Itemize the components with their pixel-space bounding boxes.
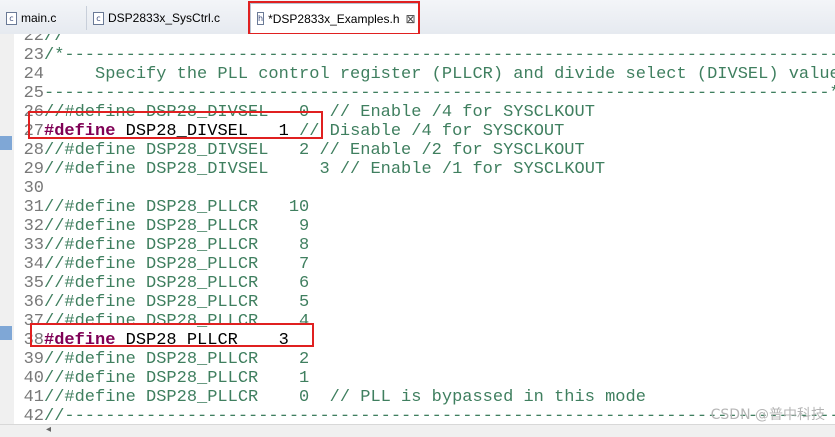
code-line[interactable]: 29//#define DSP28_DIVSEL 3 // Enable /1 … [14, 160, 606, 179]
line-number: 32 [23, 217, 44, 236]
line-number: 30 [23, 179, 44, 198]
code-line[interactable]: 36//#define DSP28_PLLCR 5 [14, 293, 310, 312]
comment-token: //#define DSP28_DIVSEL 0 // Enable /4 fo… [44, 103, 595, 122]
tab-dsp2833x-examples-h[interactable]: h *DSP2833x_Examples.h ⊠ [250, 3, 420, 33]
editor-gutter [0, 34, 14, 424]
code-line[interactable]: 30 [14, 179, 44, 198]
code-line[interactable]: 28//#define DSP28_DIVSEL 2 // Enable /2 … [14, 141, 585, 160]
line-number: 33 [23, 236, 44, 255]
code-line[interactable]: 26//#define DSP28_DIVSEL 0 // Enable /4 … [14, 103, 595, 122]
code-line[interactable]: 39//#define DSP28_PLLCR 2 [14, 350, 310, 369]
comment-token: //#define DSP28_PLLCR 9 [44, 217, 310, 236]
line-number: 29 [23, 160, 44, 179]
line-number: 26 [23, 103, 44, 122]
comment-token: // Disable /4 for SYSCKOUT [299, 122, 565, 141]
code-line[interactable]: 25--------------------------------------… [14, 84, 835, 103]
comment-token: //#define DSP28_PLLCR 7 [44, 255, 310, 274]
comment-token: //#define DSP28_PLLCR 8 [44, 236, 310, 255]
line-number: 24 [23, 65, 44, 84]
scroll-left-icon[interactable]: ◂ [46, 424, 51, 435]
code-line[interactable]: 41//#define DSP28_PLLCR 0 // PLL is bypa… [14, 388, 646, 407]
comment-token: //#define DSP28_PLLCR 2 [44, 350, 310, 369]
line-number: 25 [23, 84, 44, 103]
comment-token: //#define DSP28_PLLCR 6 [44, 274, 310, 293]
code-line[interactable]: 32//#define DSP28_PLLCR 9 [14, 217, 310, 236]
line-number: 41 [23, 388, 44, 407]
code-line[interactable]: 34//#define DSP28_PLLCR 7 [14, 255, 310, 274]
line-number: 38 [23, 331, 44, 350]
line-number: 27 [23, 122, 44, 141]
comment-token: //#define DSP28_PLLCR 1 [44, 369, 310, 388]
line-number: 23 [23, 46, 44, 65]
code-line[interactable]: 33//#define DSP28_PLLCR 8 [14, 236, 310, 255]
tab-label: DSP2833x_SysCtrl.c [108, 11, 221, 25]
editor-tab-bar: c main.c c DSP2833x_SysCtrl.c h *DSP2833… [0, 0, 835, 35]
tab-main-c[interactable]: c main.c [0, 6, 80, 30]
close-icon[interactable]: ⊠ [406, 12, 416, 26]
tab-label: *DSP2833x_Examples.h [268, 11, 400, 26]
line-number: 36 [23, 293, 44, 312]
line-number: 22 [23, 34, 44, 46]
code-line[interactable]: 24 Specify the PLL control register (PLL… [14, 65, 835, 84]
code-line[interactable]: 22// [14, 34, 65, 46]
watermark: CSDN @普中科技 [710, 407, 825, 423]
comment-token: //#define DSP28_DIVSEL 3 // Enable /1 fo… [44, 160, 606, 179]
code-editor[interactable]: 22//23/*--------------------------------… [0, 34, 835, 424]
comment-token: ----------------------------------------… [44, 84, 835, 103]
code-token: DSP28_DIVSEL 1 [115, 122, 300, 141]
line-number: 34 [23, 255, 44, 274]
code-line[interactable]: 23/*------------------------------------… [14, 46, 835, 65]
c-file-icon: c [93, 11, 104, 25]
change-marker [0, 326, 12, 340]
keyword-token: #define [44, 122, 116, 141]
line-number: 28 [23, 141, 44, 160]
comment-token: //#define DSP28_DIVSEL 2 // Enable /2 fo… [44, 141, 585, 160]
comment-token: //#define DSP28_PLLCR 0 // PLL is bypass… [44, 388, 646, 407]
comment-token: /*--------------------------------------… [44, 46, 835, 65]
code-line[interactable]: 38#define DSP28_PLLCR 3 [14, 331, 289, 350]
code-line[interactable]: 35//#define DSP28_PLLCR 6 [14, 274, 310, 293]
code-line[interactable]: 40//#define DSP28_PLLCR 1 [14, 369, 310, 388]
tab-dsp2833x-sysctrl-c[interactable]: c DSP2833x_SysCtrl.c [86, 6, 244, 30]
comment-token: //#define DSP28_PLLCR 5 [44, 293, 310, 312]
line-number: 40 [23, 369, 44, 388]
line-number: 31 [23, 198, 44, 217]
code-line[interactable]: 27#define DSP28_DIVSEL 1 // Disable /4 f… [14, 122, 565, 141]
change-marker [0, 136, 12, 150]
tab-label: main.c [21, 11, 57, 25]
horizontal-scrollbar[interactable]: ◂ [0, 424, 835, 437]
comment-token: //#define DSP28_PLLCR 4 [44, 312, 310, 331]
comment-token: // [44, 34, 65, 46]
h-file-icon: h [257, 12, 265, 25]
keyword-token: #define [44, 331, 116, 350]
comment-token: //#define DSP28_PLLCR 10 [44, 198, 310, 217]
line-number: 37 [23, 312, 44, 331]
c-file-icon: c [6, 11, 17, 25]
line-number: 42 [23, 407, 44, 424]
comment-token: Specify the PLL control register (PLLCR)… [44, 65, 835, 84]
code-line[interactable]: 37//#define DSP28_PLLCR 4 [14, 312, 310, 331]
code-line[interactable]: 31//#define DSP28_PLLCR 10 [14, 198, 310, 217]
line-number: 39 [23, 350, 44, 369]
line-number: 35 [23, 274, 44, 293]
code-token: DSP28_PLLCR 3 [115, 331, 289, 350]
